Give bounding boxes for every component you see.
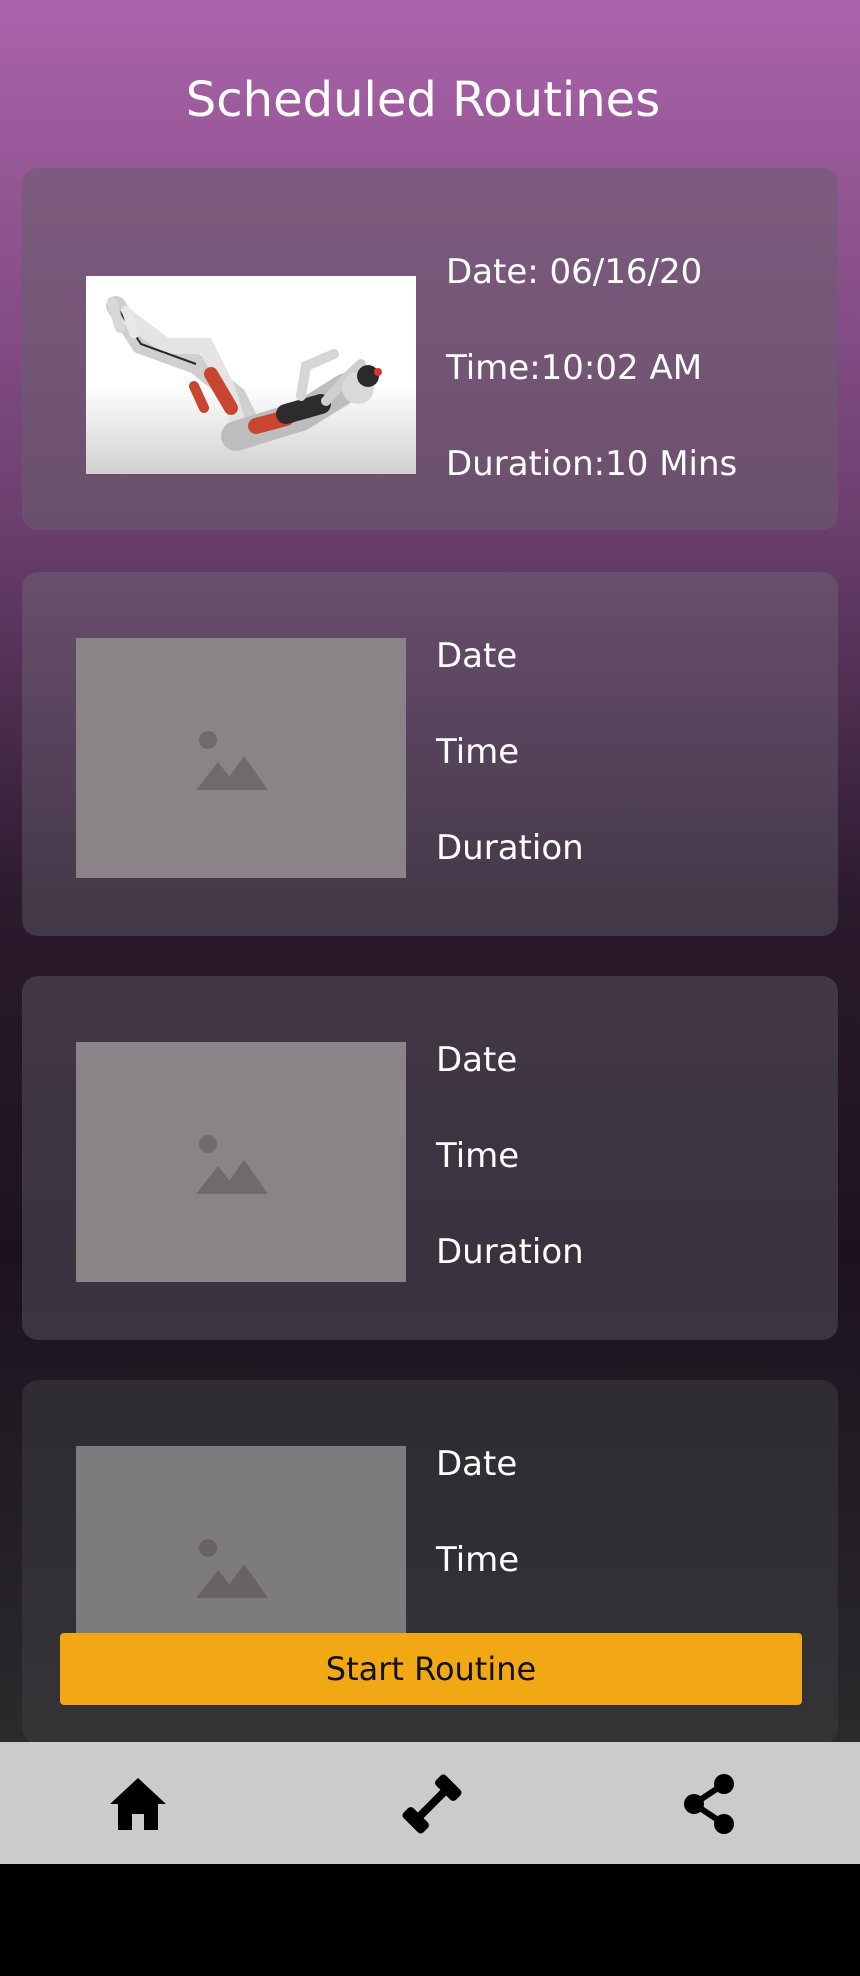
image-placeholder-icon: [196, 1135, 268, 1194]
dumbbell-icon: [402, 1774, 462, 1834]
image-placeholder-icon: [196, 731, 268, 790]
routine-duration: Duration:10 Mins: [446, 444, 738, 484]
exercise-image: [86, 276, 416, 474]
image-placeholder-icon: [196, 1539, 268, 1598]
routine-image: [76, 1042, 406, 1282]
routine-date: Date: [436, 1040, 518, 1080]
routine-card[interactable]: Date: 06/16/20 Time:10:02 AM Duration:10…: [22, 168, 838, 530]
share-icon: [684, 1774, 734, 1834]
routine-time: Time: [436, 1540, 520, 1580]
routine-time: Time: [436, 732, 520, 772]
bottom-navigation: [0, 1742, 860, 1864]
routine-time: Time:10:02 AM: [446, 348, 703, 388]
routine-date: Date: [436, 636, 518, 676]
start-routine-button[interactable]: Start Routine: [60, 1633, 802, 1705]
routine-date: Date: 06/16/20: [446, 252, 703, 292]
routine-date: Date: [436, 1444, 518, 1484]
routine-card[interactable]: Date Time Duration: [22, 572, 838, 936]
routine-card[interactable]: Date Time Duration: [22, 976, 838, 1340]
routine-time: Time: [436, 1136, 520, 1176]
nav-home[interactable]: [106, 1772, 170, 1836]
page-title: Scheduled Routines: [185, 72, 661, 128]
routine-duration: Duration: [436, 1232, 584, 1272]
routine-duration: Duration: [436, 828, 584, 868]
exercise-illustration: [106, 296, 382, 451]
nav-share[interactable]: [678, 1772, 742, 1836]
screen: Scheduled Routines Date: 06/16/20 Time:1…: [0, 0, 860, 1742]
home-icon: [110, 1778, 166, 1830]
nav-workout[interactable]: [400, 1772, 464, 1836]
routine-image: [76, 638, 406, 878]
